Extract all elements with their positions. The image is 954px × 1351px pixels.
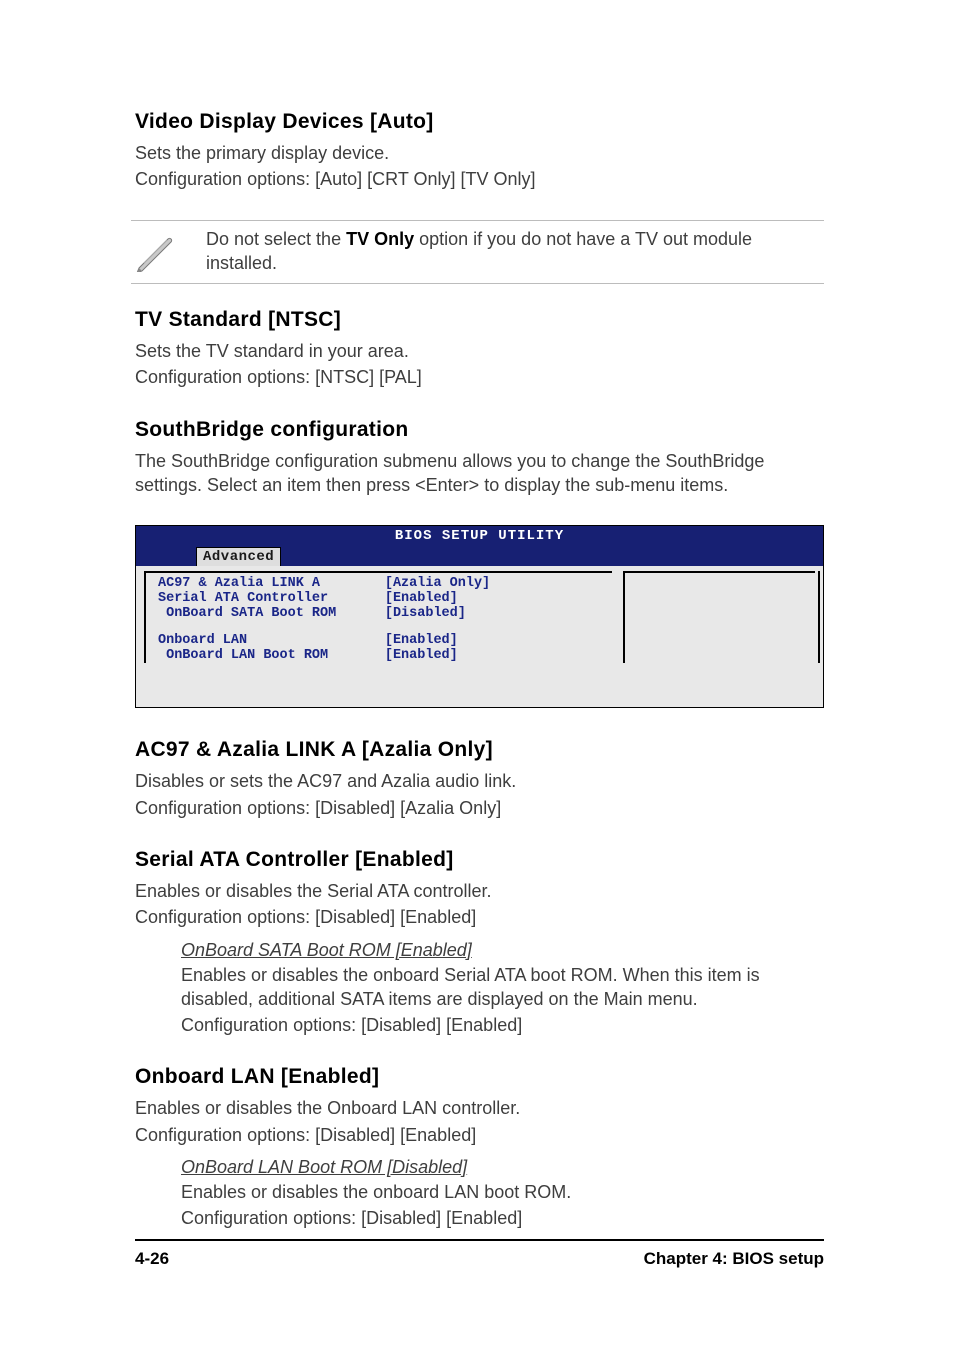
section-southbridge: SouthBridge configuration The SouthBridg… <box>135 418 824 498</box>
note-box: Do not select the TV Only option if you … <box>131 220 824 285</box>
subsection-lan-boot: OnBoard LAN Boot ROM [Disabled] Enables … <box>181 1157 824 1231</box>
text: Configuration options: [Disabled] [Enabl… <box>181 1206 824 1230</box>
heading-video: Video Display Devices [Auto] <box>135 110 824 134</box>
bios-right-panel <box>623 566 823 707</box>
bios-item-row: OnBoard LAN Boot ROM [Enabled] <box>158 648 609 663</box>
bios-setup-screenshot: BIOS SETUP UTILITY Advanced AC97 & Azali… <box>135 525 824 708</box>
text: The SouthBridge configuration submenu al… <box>135 449 824 498</box>
text: Enables or disables the onboard LAN boot… <box>181 1180 824 1204</box>
text: Disables or sets the AC97 and Azalia aud… <box>135 769 824 793</box>
text: Configuration options: [Disabled] [Enabl… <box>181 1013 824 1037</box>
section-sata: Serial ATA Controller [Enabled] Enables … <box>135 848 824 1037</box>
note-bold: TV Only <box>346 229 414 249</box>
note-text: Do not select the TV Only option if you … <box>206 227 824 276</box>
text: Enables or disables the Serial ATA contr… <box>135 879 824 903</box>
text: Configuration options: [Disabled] [Azali… <box>135 796 824 820</box>
subheading: OnBoard SATA Boot ROM [Enabled] <box>181 940 824 961</box>
section-ac97: AC97 & Azalia LINK A [Azalia Only] Disab… <box>135 738 824 820</box>
section-video: Video Display Devices [Auto] Sets the pr… <box>135 110 824 192</box>
bios-item-row: Onboard LAN [Enabled] <box>158 633 609 648</box>
text: Configuration options: [Disabled] [Enabl… <box>135 1123 824 1147</box>
bios-item-row: Serial ATA Controller [Enabled] <box>158 591 609 606</box>
heading-sata: Serial ATA Controller [Enabled] <box>135 848 824 872</box>
subheading: OnBoard LAN Boot ROM [Disabled] <box>181 1157 824 1178</box>
footer: 4-26 Chapter 4: BIOS setup <box>135 1239 824 1269</box>
subsection-sata-boot: OnBoard SATA Boot ROM [Enabled] Enables … <box>181 940 824 1038</box>
heading-southbridge: SouthBridge configuration <box>135 418 824 442</box>
text: Configuration options: [NTSC] [PAL] <box>135 365 824 389</box>
text: Configuration options: [Disabled] [Enabl… <box>135 905 824 929</box>
text: Configuration options: [Auto] [CRT Only]… <box>135 167 824 191</box>
chapter-label: Chapter 4: BIOS setup <box>644 1249 824 1269</box>
heading-lan: Onboard LAN [Enabled] <box>135 1065 824 1089</box>
text: Sets the primary display device. <box>135 141 824 165</box>
page-number: 4-26 <box>135 1249 169 1269</box>
heading-tv: TV Standard [NTSC] <box>135 308 824 332</box>
heading-ac97: AC97 & Azalia LINK A [Azalia Only] <box>135 738 824 762</box>
section-tv: TV Standard [NTSC] Sets the TV standard … <box>135 308 824 390</box>
bios-title: BIOS SETUP UTILITY <box>395 528 564 544</box>
bios-item-row <box>158 621 609 633</box>
note-pre: Do not select the <box>206 229 346 249</box>
bios-tab: Advanced <box>196 547 281 566</box>
text: Enables or disables the onboard Serial A… <box>181 963 824 1012</box>
bios-item-row: AC97 & Azalia LINK A [Azalia Only] <box>158 576 609 591</box>
text: Sets the TV standard in your area. <box>135 339 824 363</box>
bios-item-row: OnBoard SATA Boot ROM [Disabled] <box>158 606 609 621</box>
bios-left-panel: AC97 & Azalia LINK A [Azalia Only]Serial… <box>136 566 623 707</box>
pencil-note-icon <box>131 230 178 272</box>
text: Enables or disables the Onboard LAN cont… <box>135 1096 824 1120</box>
section-lan: Onboard LAN [Enabled] Enables or disable… <box>135 1065 824 1230</box>
